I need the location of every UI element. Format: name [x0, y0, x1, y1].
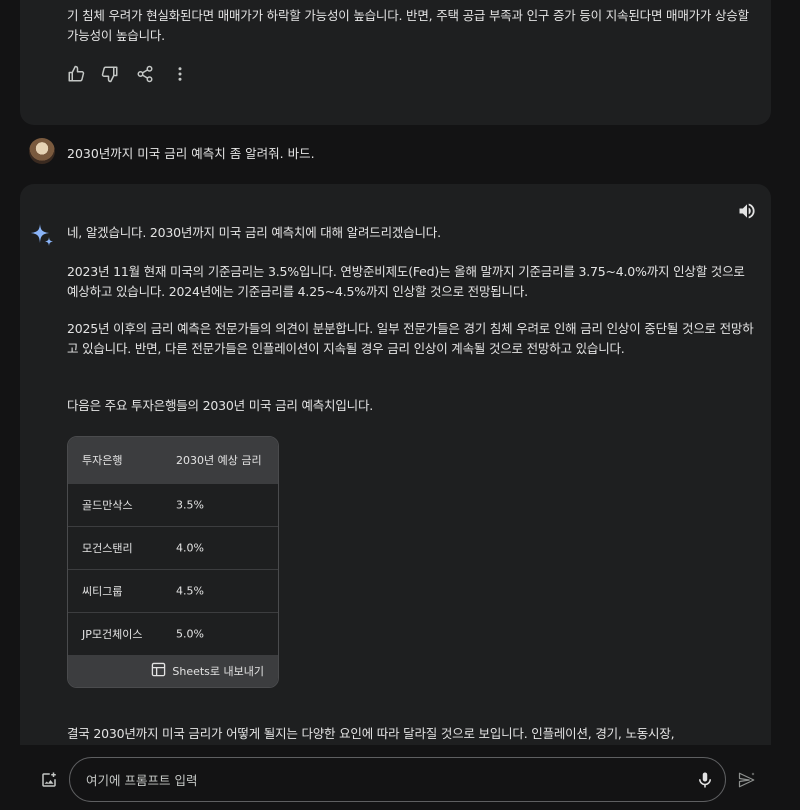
sheets-icon	[151, 662, 166, 680]
gemini-sparkle-icon	[29, 222, 55, 248]
prompt-input-container	[69, 757, 726, 802]
table-cell-rate: 5.0%	[176, 627, 204, 641]
table-cell-bank: 씨티그룹	[82, 585, 123, 598]
table-cell-rate: 4.5%	[176, 584, 204, 598]
table-cell-bank: JP모건체이스	[82, 628, 143, 641]
table-footer: Sheets로 내보내기	[68, 655, 278, 687]
export-to-sheets-button[interactable]: Sheets로 내보내기	[151, 662, 264, 680]
microphone-icon[interactable]	[696, 770, 714, 790]
table-row: 씨티그룹 4.5%	[68, 570, 278, 613]
response-intro: 네, 알겠습니다. 2030년까지 미국 금리 예측치에 대해 알려드리겠습니다…	[67, 225, 441, 240]
prompt-input[interactable]	[86, 770, 666, 790]
previous-response-text: 기 침체 우려가 현실화된다면 매매가가 하락할 가능성이 높습니다. 반면, …	[67, 8, 749, 43]
table-cell-bank: 모건스탠리	[82, 542, 133, 555]
table-header-row: 투자은행 2030년 예상 금리	[68, 437, 278, 484]
table-cell-rate: 3.5%	[176, 498, 204, 512]
rate-forecast-table: 투자은행 2030년 예상 금리 골드만삭스 3.5% 모건스탠리 4.0% 씨…	[67, 436, 279, 688]
prompt-bar	[0, 745, 800, 810]
table-row: 골드만삭스 3.5%	[68, 484, 278, 527]
table-cell-bank: 골드만삭스	[82, 499, 133, 512]
response-paragraph-4: 결국 2030년까지 미국 금리가 어떻게 될지는 다양한 요인에 따라 달라질…	[67, 726, 675, 741]
user-prompt-text: 2030년까지 미국 금리 예측치 좀 알려줘. 바드.	[67, 146, 315, 161]
table-row: JP모건체이스 5.0%	[68, 613, 278, 656]
previous-response-card: 기 침체 우려가 현실화된다면 매매가가 하락할 가능성이 높습니다. 반면, …	[20, 0, 771, 125]
table-cell-rate: 4.0%	[176, 541, 204, 555]
response-paragraph-2: 2025년 이후의 금리 예측은 전문가들의 의견이 분분합니다. 일부 전문가…	[67, 321, 754, 356]
thumbs-down-icon[interactable]	[101, 65, 119, 83]
add-image-icon[interactable]	[40, 771, 58, 789]
response-paragraph-1: 2023년 11월 현재 미국의 기준금리는 3.5%입니다. 연방준비제도(F…	[67, 264, 745, 299]
more-vert-icon[interactable]	[171, 65, 189, 83]
thumbs-up-icon[interactable]	[67, 65, 85, 83]
send-icon[interactable]	[737, 771, 757, 789]
avatar[interactable]	[29, 138, 55, 164]
table-header-bank: 투자은행	[82, 454, 123, 467]
export-label: Sheets로 내보내기	[172, 665, 264, 678]
table-row: 모건스탠리 4.0%	[68, 527, 278, 570]
response-paragraph-3: 다음은 주요 투자은행들의 2030년 미국 금리 예측치입니다.	[67, 398, 374, 413]
share-icon[interactable]	[136, 65, 154, 83]
response-card: 네, 알겠습니다. 2030년까지 미국 금리 예측치에 대해 알려드리겠습니다…	[20, 184, 771, 784]
table-header-rate: 2030년 예상 금리	[176, 454, 262, 467]
speaker-icon[interactable]	[737, 201, 757, 221]
